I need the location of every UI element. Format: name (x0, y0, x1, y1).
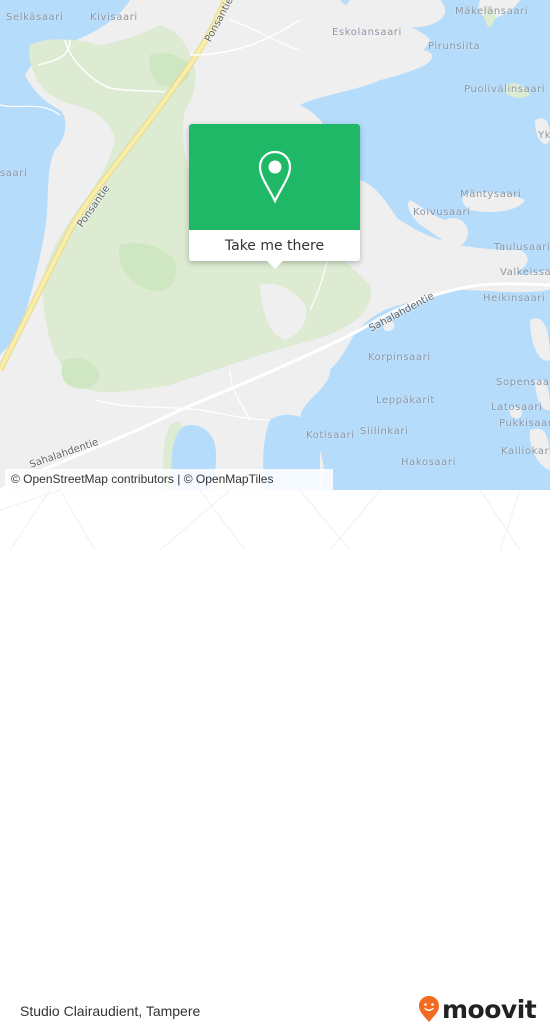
moovit-logo[interactable]: moovit (418, 994, 537, 1024)
place-label: Kalliokari (501, 446, 550, 457)
place-label: Siilinkari (360, 426, 409, 437)
place-label: Valkeissaari (500, 267, 550, 278)
place-label: Mäkelänsaari (455, 6, 529, 17)
place-label: Pukkisaari (499, 418, 550, 429)
take-me-there-button[interactable]: Take me there (189, 230, 360, 261)
place-label: Puolivälinsaari (464, 84, 546, 95)
place-label: Kotisaari (306, 430, 355, 441)
place-label: Latosaari (491, 402, 543, 413)
place-label: Leppäkarit (376, 395, 435, 406)
popup-header (189, 124, 360, 230)
place-label: Heikinsaari (483, 293, 546, 304)
moovit-smiley-pin-icon (419, 996, 439, 1022)
place-label: Hakosaari (401, 457, 456, 468)
place-label: Pirunsilta (428, 41, 481, 52)
map-pin-icon (258, 150, 291, 204)
place-label: Eskolansaari (332, 27, 402, 38)
place-title: Studio Clairaudient, Tampere (20, 1003, 201, 1019)
place-label: saari (0, 168, 28, 179)
place-label: Selkäsaari (6, 12, 64, 23)
map-attribution[interactable]: © OpenStreetMap contributors | © OpenMap… (5, 469, 333, 490)
place-label: Korpinsaari (368, 352, 431, 363)
place-label: Mäntysaari (460, 189, 522, 200)
brand-name: moovit (442, 994, 537, 1024)
place-label: Taulusaari (494, 242, 550, 253)
footer-bar: Studio Clairaudient, Tampere moovit (0, 490, 550, 1022)
destination-popup[interactable]: Take me there (189, 124, 360, 269)
place-label: Koivusaari (413, 207, 471, 218)
place-label: Yk (538, 130, 550, 141)
place-label: Sopensaari (496, 377, 550, 388)
map-view[interactable]: Selkäsaari Kivisaari Mäkelänsaari Eskola… (0, 0, 550, 490)
place-label: Kivisaari (90, 12, 138, 23)
popup-tail (267, 261, 283, 269)
footer-background-pattern (0, 490, 521, 550)
